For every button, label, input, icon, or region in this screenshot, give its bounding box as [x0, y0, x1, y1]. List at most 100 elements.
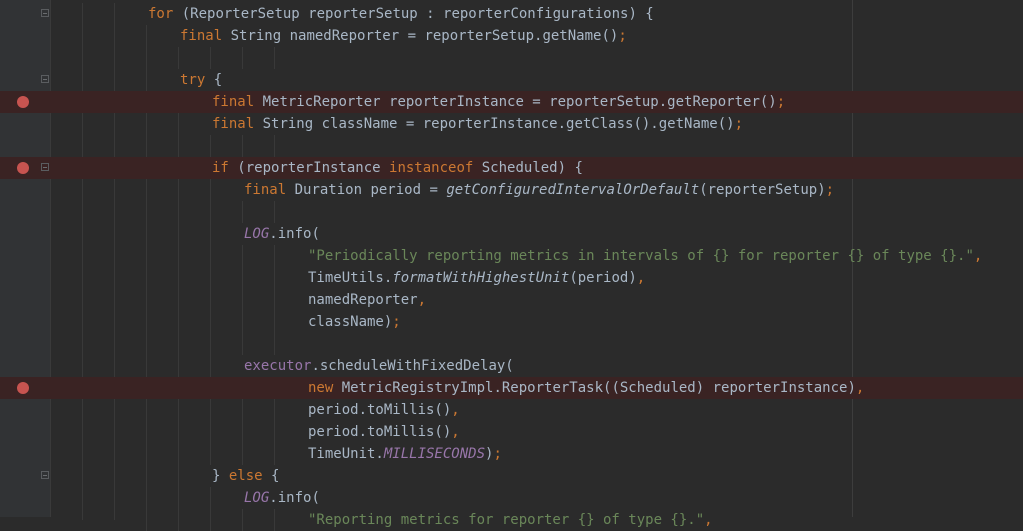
code-token: Scheduled) {	[473, 160, 583, 176]
code-token: {	[262, 468, 280, 484]
code-token: instanceof	[389, 160, 474, 176]
code-line[interactable]: } else {	[0, 465, 1023, 487]
code-text: try {	[180, 69, 222, 91]
code-text: LOG.info(	[244, 223, 320, 245]
code-token: ;	[618, 28, 627, 44]
code-text: TimeUnit.MILLISECONDS);	[308, 443, 502, 465]
code-text: executor.scheduleWithFixedDelay(	[244, 355, 514, 377]
code-line[interactable]: try {	[0, 69, 1023, 91]
code-token: "Reporting metrics for reporter {} of ty…	[308, 512, 705, 528]
fold-toggle-icon[interactable]	[41, 471, 49, 479]
code-line[interactable]: TimeUtils.formatWithHighestUnit(period),	[0, 267, 1023, 289]
code-token: .info(	[269, 226, 320, 242]
code-text: new MetricRegistryImpl.ReporterTask((Sch…	[308, 377, 864, 399]
fold-toggle-icon[interactable]	[41, 163, 49, 171]
code-line[interactable]: period.toMillis(),	[0, 399, 1023, 421]
code-line[interactable]: final String className = reporterInstanc…	[0, 113, 1023, 135]
code-text: "Reporting metrics for reporter {} of ty…	[308, 509, 713, 531]
code-token: ;	[776, 94, 786, 110]
code-token: period.toMillis()	[308, 402, 452, 418]
code-line-breakpoint[interactable]: final MetricReporter reporterInstance = …	[0, 91, 1023, 113]
code-token: ;	[825, 182, 835, 198]
code-token: ,	[451, 402, 460, 418]
code-token: try	[180, 72, 206, 88]
fold-toggle-icon[interactable]	[41, 75, 49, 83]
code-text: "Periodically reporting metrics in inter…	[308, 245, 982, 267]
code-token: TimeUtils.	[308, 270, 393, 286]
code-line[interactable]: final String namedReporter = reporterSet…	[0, 25, 1023, 47]
code-text: final MetricReporter reporterInstance = …	[212, 91, 785, 113]
code-token: MetricRegistryImpl.ReporterTask((Schedul…	[333, 380, 856, 396]
code-line[interactable]	[0, 135, 1023, 157]
code-line[interactable]: for (ReporterSetup reporterSetup : repor…	[0, 3, 1023, 25]
code-token: (ReporterSetup reporterSetup : reporterC…	[173, 6, 654, 22]
code-token: ,	[451, 424, 460, 440]
code-line[interactable]: period.toMillis(),	[0, 421, 1023, 443]
code-token: (reporterInstance	[228, 160, 390, 176]
code-token: if	[212, 160, 229, 176]
code-token: final	[212, 94, 255, 110]
code-token: executor	[244, 358, 312, 374]
code-token: .scheduleWithFixedDelay(	[311, 358, 514, 374]
code-token: MILLISECONDS	[383, 446, 486, 462]
code-line[interactable]: LOG.info(	[0, 223, 1023, 245]
code-text: final Duration period = getConfiguredInt…	[244, 179, 834, 201]
code-token: final	[180, 28, 223, 44]
code-line-breakpoint[interactable]: new MetricRegistryImpl.ReporterTask((Sch…	[0, 377, 1023, 399]
code-token: {	[205, 72, 223, 88]
code-line[interactable]: "Periodically reporting metrics in inter…	[0, 245, 1023, 267]
code-line[interactable]: namedReporter,	[0, 289, 1023, 311]
code-line[interactable]: executor.scheduleWithFixedDelay(	[0, 355, 1023, 377]
code-token: MetricReporter reporterInstance = report…	[254, 94, 777, 110]
code-text: LOG.info(	[244, 487, 320, 509]
code-text: final String className = reporterInstanc…	[212, 113, 743, 135]
code-token: className)	[308, 314, 393, 330]
code-token: (reporterSetup)	[699, 182, 826, 198]
code-text: period.toMillis(),	[308, 399, 460, 421]
code-text: final String namedReporter = reporterSet…	[180, 25, 627, 47]
code-text: namedReporter,	[308, 289, 426, 311]
code-token: new	[308, 380, 334, 396]
code-token: ;	[392, 314, 401, 330]
code-token: ,	[973, 248, 983, 264]
code-text: TimeUtils.formatWithHighestUnit(period),	[308, 267, 645, 289]
breakpoint-icon[interactable]	[17, 162, 29, 174]
code-line[interactable]: TimeUnit.MILLISECONDS);	[0, 443, 1023, 465]
code-token: namedReporter	[308, 292, 418, 308]
breakpoint-icon[interactable]	[17, 382, 29, 394]
code-token: final	[244, 182, 287, 198]
code-token: ,	[417, 292, 427, 308]
code-token: LOG	[244, 226, 270, 242]
code-line-breakpoint[interactable]: if (reporterInstance instanceof Schedule…	[0, 157, 1023, 179]
code-token: ,	[704, 512, 713, 528]
code-text: period.toMillis(),	[308, 421, 460, 443]
code-line[interactable]: final Duration period = getConfiguredInt…	[0, 179, 1023, 201]
code-token: getConfiguredIntervalOrDefault	[446, 182, 700, 198]
code-token: ,	[636, 270, 646, 286]
code-token: final	[212, 116, 255, 132]
code-token: for	[148, 6, 174, 22]
code-token: String namedReporter = reporterSetup.get…	[222, 28, 619, 44]
code-token: }	[212, 468, 229, 484]
code-line[interactable]: "Reporting metrics for reporter {} of ty…	[0, 509, 1023, 531]
code-token: ;	[734, 116, 744, 132]
code-text: for (ReporterSetup reporterSetup : repor…	[148, 3, 654, 25]
code-text: } else {	[212, 465, 279, 487]
code-token: ,	[855, 380, 865, 396]
code-line[interactable]: className);	[0, 311, 1023, 333]
code-token: .info(	[269, 490, 320, 506]
code-token: TimeUnit.	[308, 446, 384, 462]
code-token: else	[228, 468, 263, 484]
code-token: "Periodically reporting metrics in inter…	[308, 248, 974, 264]
breakpoint-icon[interactable]	[17, 96, 29, 108]
code-line[interactable]: LOG.info(	[0, 487, 1023, 509]
code-line[interactable]	[0, 201, 1023, 223]
fold-toggle-icon[interactable]	[41, 9, 49, 17]
code-text: if (reporterInstance instanceof Schedule…	[212, 157, 583, 179]
code-token: period.toMillis()	[308, 424, 452, 440]
code-token: String className = reporterInstance.getC…	[254, 116, 735, 132]
code-token: ;	[493, 446, 502, 462]
code-line[interactable]	[0, 333, 1023, 355]
code-token: LOG	[244, 490, 270, 506]
code-line[interactable]	[0, 47, 1023, 69]
